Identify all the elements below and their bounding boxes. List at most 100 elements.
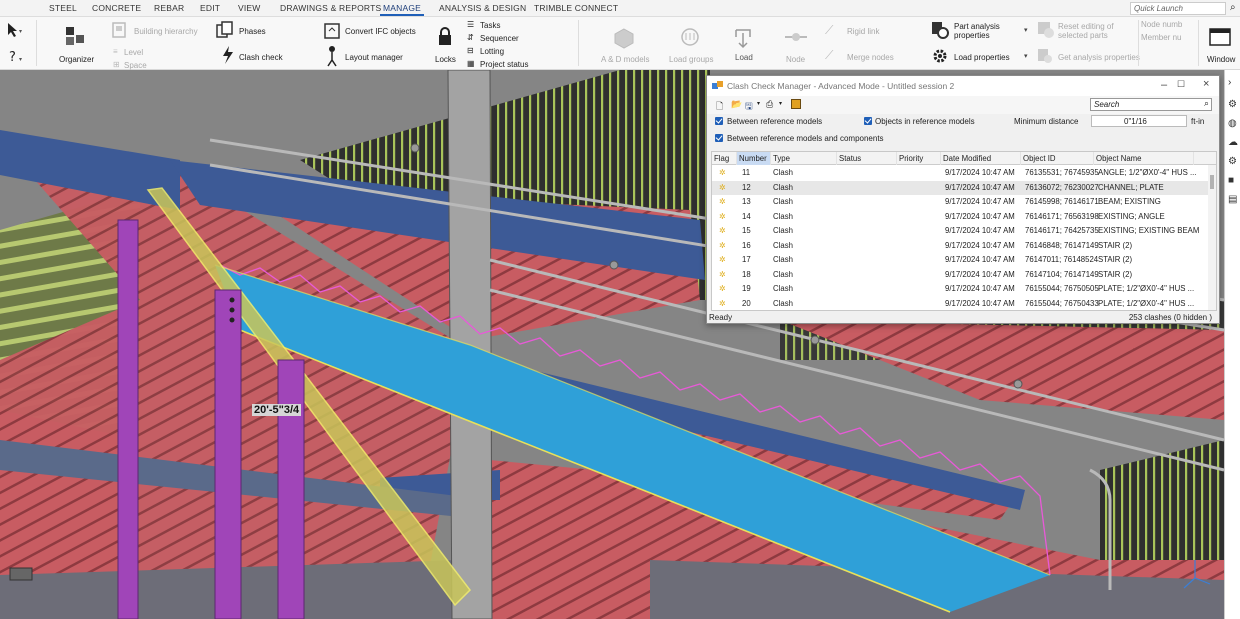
col-priority[interactable]: Priority xyxy=(897,152,941,165)
col-date-modified[interactable]: Date Modified xyxy=(941,152,1021,165)
catalog-icon[interactable]: ▤ xyxy=(1228,195,1238,205)
building-hierarchy-button[interactable]: Building hierarchy xyxy=(134,27,198,36)
cube-icon[interactable]: ■ xyxy=(1228,176,1238,186)
part-analysis-button[interactable]: Part analysis xyxy=(954,22,1000,31)
close-icon[interactable]: × xyxy=(1203,78,1209,90)
menu-steel[interactable]: STEEL xyxy=(49,3,77,13)
clash-check-button[interactable]: Clash check xyxy=(239,53,283,62)
table-row[interactable]: ✲ 20 Clash 9/17/2024 10:47 AM 76155044; 7675… xyxy=(712,297,1208,311)
search-icon[interactable]: ⌕ xyxy=(1204,98,1209,109)
member-numbering-button[interactable]: Member nu xyxy=(1141,33,1181,42)
load-button[interactable]: Load xyxy=(735,53,753,62)
flag-icon[interactable]: ✲ xyxy=(719,224,726,239)
organizer-icon[interactable] xyxy=(62,25,88,49)
menu-analysis-design[interactable]: ANALYSIS & DESIGN xyxy=(439,3,526,13)
flag-icon[interactable]: ✲ xyxy=(719,239,726,254)
search-icon[interactable]: ⌕ xyxy=(1230,2,1236,13)
merge-nodes-button[interactable]: Merge nodes xyxy=(847,53,894,62)
locks-button[interactable]: Locks xyxy=(435,55,456,64)
col-flag[interactable]: Flag xyxy=(712,152,737,165)
menu-concrete[interactable]: CONCRETE xyxy=(92,3,141,13)
load-properties-button[interactable]: Load properties xyxy=(954,53,1010,62)
minimize-icon[interactable]: – xyxy=(1161,79,1167,91)
table-row[interactable]: ✲ 11 Clash 9/17/2024 10:47 AM 76135531; 7674… xyxy=(712,166,1208,181)
flag-icon[interactable]: ✲ xyxy=(719,195,726,210)
project-status-button[interactable]: Project status xyxy=(480,60,528,69)
load-groups-button[interactable]: Load groups xyxy=(669,55,713,64)
svg-text:▾: ▾ xyxy=(19,57,22,63)
cloud-icon[interactable]: ☁ xyxy=(1228,138,1238,148)
table-row[interactable]: ✲ 13 Clash 9/17/2024 10:47 AM 76145998; 7614… xyxy=(712,195,1208,210)
node-button[interactable]: Node xyxy=(786,55,805,64)
table-row[interactable]: ✲ 17 Clash 9/17/2024 10:47 AM 76147011; 7614… xyxy=(712,253,1208,268)
cell-object-name: STAIR (2) xyxy=(1098,240,1133,250)
convert-ifc-button[interactable]: Convert IFC objects xyxy=(345,27,416,36)
maximize-icon[interactable]: ☐ xyxy=(1177,79,1185,90)
table-row[interactable]: ✲ 15 Clash 9/17/2024 10:47 AM 76146171; 7642… xyxy=(712,224,1208,239)
flag-icon[interactable]: ✲ xyxy=(719,253,726,268)
organizer-button[interactable]: Organizer xyxy=(59,55,94,64)
table-scrollbar[interactable] xyxy=(1208,165,1216,310)
chevron-down-icon[interactable]: ▾ xyxy=(1024,26,1028,34)
building-hierarchy-icon xyxy=(112,22,126,38)
flag-icon[interactable]: ✲ xyxy=(719,181,726,196)
window-button[interactable]: Window xyxy=(1207,55,1235,64)
export-icon[interactable] xyxy=(791,99,801,109)
properties-icon[interactable]: ⚙ xyxy=(1228,100,1238,110)
minimum-distance-input[interactable]: 0"1/16 xyxy=(1091,115,1187,127)
select-arrow-icon[interactable]: ? ▾ ▾ xyxy=(6,21,28,65)
menu-view[interactable]: VIEW xyxy=(238,3,261,13)
menu-drawings-reports[interactable]: DRAWINGS & REPORTS xyxy=(280,3,381,13)
part-analysis-icon xyxy=(932,22,949,39)
objects-in-reference-checkbox[interactable] xyxy=(864,117,872,125)
get-analysis-button[interactable]: Get analysis properties xyxy=(1058,53,1140,62)
space-button[interactable]: Space xyxy=(124,61,147,70)
chevron-down-icon[interactable]: ▾ xyxy=(1024,52,1028,60)
reset-editing-button[interactable]: Reset editing of xyxy=(1058,22,1114,31)
flag-icon[interactable]: ✲ xyxy=(719,297,726,311)
save-icon[interactable]: 🖫 xyxy=(745,99,753,115)
tasks-button[interactable]: Tasks xyxy=(480,21,500,30)
status-bar: Ready 253 clashes (0 hidden ) xyxy=(707,311,1219,324)
globe-icon[interactable]: ◍ xyxy=(1228,119,1238,129)
menu-manage[interactable]: MANAGE xyxy=(379,3,425,16)
menu-trimble-connect[interactable]: TRIMBLE CONNECT xyxy=(534,3,618,13)
table-row[interactable]: ✲ 12 Clash 9/17/2024 10:47 AM 76136072; 7623… xyxy=(712,180,1208,196)
table-row[interactable]: ✲ 14 Clash 9/17/2024 10:47 AM 76146171; 7656… xyxy=(712,210,1208,225)
node-numbering-button[interactable]: Node numb xyxy=(1141,20,1182,29)
level-button[interactable]: Level xyxy=(124,48,143,57)
col-type[interactable]: Type xyxy=(771,152,837,165)
between-ref-and-components-checkbox[interactable] xyxy=(715,134,723,142)
table-row[interactable]: ✲ 18 Clash 9/17/2024 10:47 AM 76147104; 7614… xyxy=(712,268,1208,283)
print-icon[interactable]: ⎙ xyxy=(766,99,773,110)
search-input[interactable]: Search ⌕ xyxy=(1090,98,1212,111)
flag-icon[interactable]: ✲ xyxy=(719,268,726,283)
between-reference-models-checkbox[interactable] xyxy=(715,117,723,125)
gear-icon[interactable]: ⚙ xyxy=(1228,157,1238,167)
flag-icon[interactable]: ✲ xyxy=(719,210,726,225)
layout-manager-button[interactable]: Layout manager xyxy=(345,53,403,62)
col-object-id[interactable]: Object ID xyxy=(1021,152,1094,165)
phases-button[interactable]: Phases xyxy=(239,27,266,36)
col-status[interactable]: Status xyxy=(837,152,897,165)
menu-edit[interactable]: EDIT xyxy=(200,3,220,13)
quick-launch-input[interactable]: Quick Launch xyxy=(1130,2,1226,15)
col-number[interactable]: Number xyxy=(737,152,771,165)
table-row[interactable]: ✲ 19 Clash 9/17/2024 10:47 AM 76155044; 7675… xyxy=(712,282,1208,297)
rigid-link-button[interactable]: Rigid link xyxy=(847,27,879,36)
phases-icon xyxy=(216,21,233,38)
col-object-name[interactable]: Object Name xyxy=(1094,152,1194,165)
new-session-icon[interactable]: 🗋 xyxy=(716,99,723,115)
ad-models-button[interactable]: A & D models xyxy=(601,55,649,64)
menu-rebar[interactable]: REBAR xyxy=(154,3,184,13)
lotting-button[interactable]: Lotting xyxy=(480,47,504,56)
table-row[interactable]: ✲ 16 Clash 9/17/2024 10:47 AM 76146848; 7614… xyxy=(712,239,1208,254)
sequencer-button[interactable]: Sequencer xyxy=(480,34,519,43)
flag-icon[interactable]: ✲ xyxy=(719,282,726,297)
open-icon[interactable]: 📂 xyxy=(731,99,742,110)
chevron-down-icon[interactable]: ▾ xyxy=(779,100,782,107)
flag-icon[interactable]: ✲ xyxy=(719,166,726,181)
reset-editing-icon xyxy=(1038,22,1054,38)
chevron-down-icon[interactable]: ▾ xyxy=(757,100,760,107)
expand-icon[interactable]: › xyxy=(1228,78,1238,88)
